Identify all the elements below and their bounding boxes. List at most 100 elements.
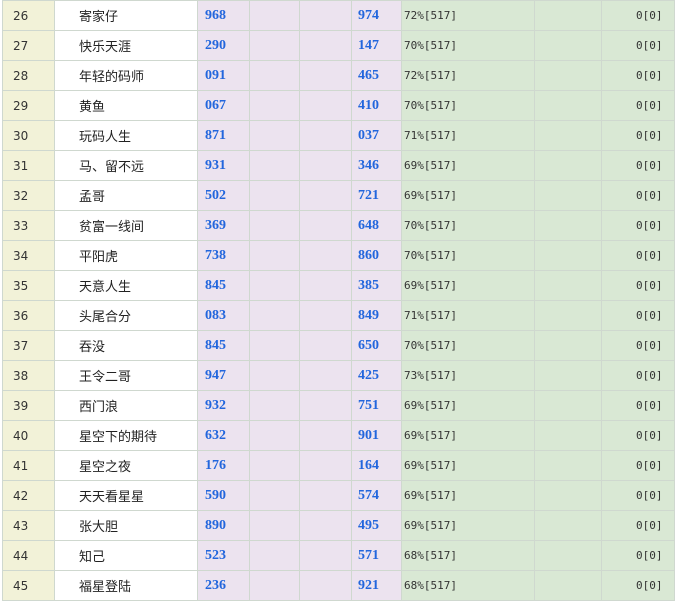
rate-1-cell: 69%[517] xyxy=(401,420,535,451)
rank-cell: 36 xyxy=(2,300,55,331)
rank-cell: 34 xyxy=(2,240,55,271)
count-2-cell: 0[0] xyxy=(601,570,675,601)
empty-cell xyxy=(249,30,300,61)
empty-cell xyxy=(299,300,352,331)
empty-cell xyxy=(299,420,352,451)
rate-1-cell: 69%[517] xyxy=(401,390,535,421)
number-2-cell: 901 xyxy=(351,420,402,451)
player-name-cell: 知己 xyxy=(54,540,198,571)
ranking-table-body: 26寄家仔96897472%[517]0[0]0[0]68%[517]27快乐天… xyxy=(2,0,675,601)
rate-1-cell: 70%[517] xyxy=(401,30,535,61)
number-2-cell: 164 xyxy=(351,450,402,481)
number-1-cell: 083 xyxy=(197,300,250,331)
count-1-cell: 0[0] xyxy=(534,150,602,181)
number-2-cell: 721 xyxy=(351,180,402,211)
count-2-cell: 0[0] xyxy=(601,510,675,541)
count-2-cell: 0[0] xyxy=(601,180,675,211)
empty-cell xyxy=(249,90,300,121)
count-1-cell: 0[0] xyxy=(534,210,602,241)
number-1-cell: 632 xyxy=(197,420,250,451)
number-2-cell: 465 xyxy=(351,60,402,91)
empty-cell xyxy=(249,240,300,271)
rank-cell: 26 xyxy=(2,0,55,31)
count-2-cell: 0[0] xyxy=(601,540,675,571)
table-row: 41星空之夜17616469%[517]0[0]0[0]69%[517] xyxy=(2,450,675,481)
empty-cell xyxy=(299,360,352,391)
rate-1-cell: 68%[517] xyxy=(401,540,535,571)
rank-cell: 30 xyxy=(2,120,55,151)
player-name-cell: 福星登陆 xyxy=(54,570,198,601)
rate-1-cell: 72%[517] xyxy=(401,0,535,31)
player-name-cell: 吞没 xyxy=(54,330,198,361)
empty-cell xyxy=(299,0,352,31)
table-row: 43张大胆89049569%[517]0[0]0[0]72%[517] xyxy=(2,510,675,541)
count-1-cell: 0[0] xyxy=(534,270,602,301)
rank-cell: 37 xyxy=(2,330,55,361)
count-1-cell: 0[0] xyxy=(534,60,602,91)
number-2-cell: 346 xyxy=(351,150,402,181)
player-name-cell: 西门浪 xyxy=(54,390,198,421)
number-2-cell: 974 xyxy=(351,0,402,31)
count-1-cell: 0[0] xyxy=(534,390,602,421)
count-1-cell: 0[0] xyxy=(534,450,602,481)
rate-1-cell: 69%[517] xyxy=(401,150,535,181)
count-1-cell: 0[0] xyxy=(534,0,602,31)
table-row: 42天天看星星59057469%[517]0[0]0[0]70%[517] xyxy=(2,480,675,511)
rank-cell: 35 xyxy=(2,270,55,301)
rate-1-cell: 69%[517] xyxy=(401,180,535,211)
empty-cell xyxy=(249,450,300,481)
player-name-cell: 天天看星星 xyxy=(54,480,198,511)
empty-cell xyxy=(299,120,352,151)
rank-cell: 27 xyxy=(2,30,55,61)
number-2-cell: 425 xyxy=(351,360,402,391)
table-row: 26寄家仔96897472%[517]0[0]0[0]68%[517] xyxy=(2,0,675,31)
rate-1-cell: 72%[517] xyxy=(401,60,535,91)
rank-cell: 43 xyxy=(2,510,55,541)
player-name-cell: 年轻的码师 xyxy=(54,60,198,91)
number-2-cell: 751 xyxy=(351,390,402,421)
rank-cell: 44 xyxy=(2,540,55,571)
number-1-cell: 931 xyxy=(197,150,250,181)
count-2-cell: 0[0] xyxy=(601,30,675,61)
number-2-cell: 571 xyxy=(351,540,402,571)
table-row: 33贫富一线间36964870%[517]0[0]0[0]69%[517] xyxy=(2,210,675,241)
ranking-table: 26寄家仔96897472%[517]0[0]0[0]68%[517]27快乐天… xyxy=(2,0,675,601)
number-1-cell: 369 xyxy=(197,210,250,241)
player-name-cell: 星空之夜 xyxy=(54,450,198,481)
number-1-cell: 590 xyxy=(197,480,250,511)
rate-1-cell: 69%[517] xyxy=(401,480,535,511)
empty-cell xyxy=(249,540,300,571)
table-row: 40星空下的期待63290169%[517]0[0]0[0]71%[517] xyxy=(2,420,675,451)
rank-cell: 38 xyxy=(2,360,55,391)
number-1-cell: 947 xyxy=(197,360,250,391)
rate-1-cell: 69%[517] xyxy=(401,510,535,541)
table-row: 37吞没84565070%[517]0[0]0[0]66%[517] xyxy=(2,330,675,361)
empty-cell xyxy=(299,210,352,241)
rate-1-cell: 68%[517] xyxy=(401,570,535,601)
number-1-cell: 932 xyxy=(197,390,250,421)
number-1-cell: 091 xyxy=(197,60,250,91)
table-row: 28年轻的码师09146572%[517]0[0]0[0]69%[517] xyxy=(2,60,675,91)
count-2-cell: 0[0] xyxy=(601,420,675,451)
empty-cell xyxy=(249,390,300,421)
empty-cell xyxy=(249,60,300,91)
empty-cell xyxy=(299,150,352,181)
rate-1-cell: 73%[517] xyxy=(401,360,535,391)
count-1-cell: 0[0] xyxy=(534,180,602,211)
empty-cell xyxy=(249,510,300,541)
rate-1-cell: 70%[517] xyxy=(401,240,535,271)
number-1-cell: 067 xyxy=(197,90,250,121)
table-row: 32孟哥50272169%[517]0[0]0[0]73%[517] xyxy=(2,180,675,211)
rank-cell: 33 xyxy=(2,210,55,241)
count-1-cell: 0[0] xyxy=(534,480,602,511)
player-name-cell: 天意人生 xyxy=(54,270,198,301)
count-2-cell: 0[0] xyxy=(601,300,675,331)
table-row: 31马、留不远93134669%[517]0[0]0[0]71%[517] xyxy=(2,150,675,181)
player-name-cell: 快乐天涯 xyxy=(54,30,198,61)
player-name-cell: 玩码人生 xyxy=(54,120,198,151)
rate-1-cell: 70%[517] xyxy=(401,210,535,241)
number-1-cell: 236 xyxy=(197,570,250,601)
empty-cell xyxy=(249,0,300,31)
empty-cell xyxy=(249,120,300,151)
table-row: 36头尾合分08384971%[517]0[0]0[0]71%[517] xyxy=(2,300,675,331)
